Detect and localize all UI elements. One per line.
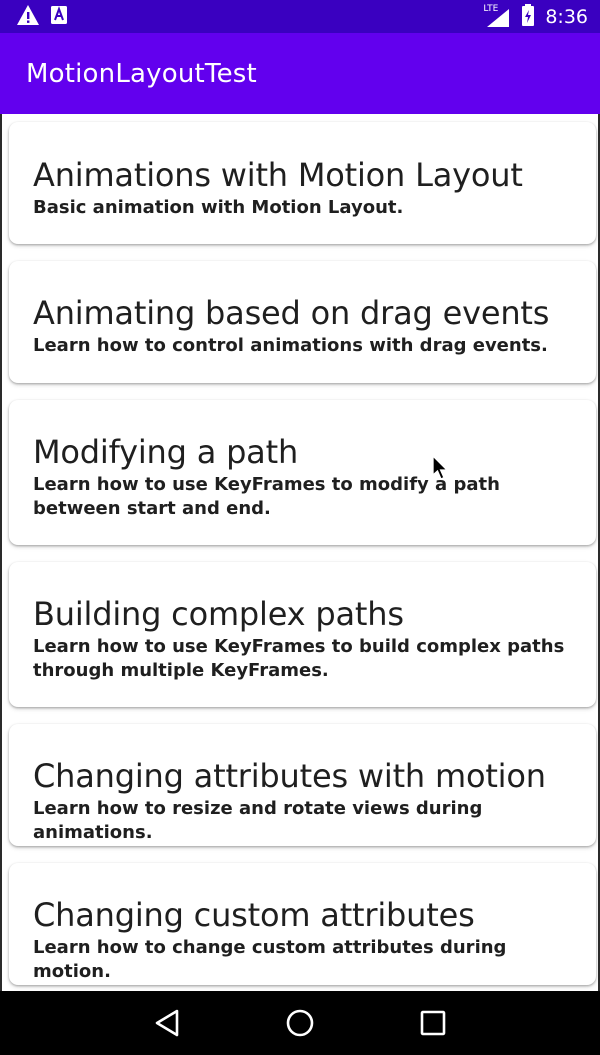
signal-icon: LTE bbox=[483, 3, 511, 28]
card-description: Learn how to use KeyFrames to build comp… bbox=[33, 636, 565, 681]
mouse-cursor-icon bbox=[432, 454, 450, 487]
status-bar: LTE 8:36 bbox=[0, 0, 600, 33]
home-icon[interactable] bbox=[270, 993, 330, 1053]
navigation-bar bbox=[0, 991, 600, 1055]
battery-icon bbox=[521, 3, 535, 30]
card-list[interactable]: Animations with Motion Layout Basic anim… bbox=[0, 114, 600, 991]
card-description: Learn how to control animations with dra… bbox=[33, 335, 548, 356]
app-bar: MotionLayoutTest bbox=[0, 33, 600, 114]
network-type-label: LTE bbox=[483, 3, 499, 14]
card-description: Basic animation with Motion Layout. bbox=[33, 197, 404, 218]
back-icon[interactable] bbox=[137, 993, 197, 1053]
recents-icon[interactable] bbox=[403, 993, 463, 1053]
notification-a-icon bbox=[50, 5, 68, 29]
card-description: Learn how to use KeyFrames to modify a p… bbox=[33, 474, 500, 519]
card-title: Changing custom attributes bbox=[33, 896, 475, 934]
app-title: MotionLayoutTest bbox=[26, 58, 257, 89]
card-title: Changing attributes with motion bbox=[33, 757, 546, 795]
card-building-complex-paths[interactable]: Building complex paths Learn how to use … bbox=[9, 562, 596, 707]
card-animations-motion-layout[interactable]: Animations with Motion Layout Basic anim… bbox=[9, 122, 596, 244]
card-custom-attributes[interactable]: Changing custom attributes Learn how to … bbox=[9, 863, 596, 985]
warning-icon bbox=[16, 4, 40, 30]
card-title: Animations with Motion Layout bbox=[33, 156, 523, 194]
card-description: Learn how to resize and rotate views dur… bbox=[33, 798, 483, 843]
card-description: Learn how to change custom attributes du… bbox=[33, 937, 507, 982]
card-drag-events[interactable]: Animating based on drag events Learn how… bbox=[9, 261, 596, 383]
status-right-icons: LTE 8:36 bbox=[483, 3, 588, 30]
card-changing-attributes[interactable]: Changing attributes with motion Learn ho… bbox=[9, 724, 596, 846]
card-title: Building complex paths bbox=[33, 595, 404, 633]
card-modifying-path[interactable]: Modifying a path Learn how to use KeyFra… bbox=[9, 400, 596, 545]
card-title: Animating based on drag events bbox=[33, 294, 550, 332]
status-left-icons bbox=[16, 4, 68, 30]
card-title: Modifying a path bbox=[33, 433, 299, 471]
status-time: 8:36 bbox=[545, 5, 588, 28]
